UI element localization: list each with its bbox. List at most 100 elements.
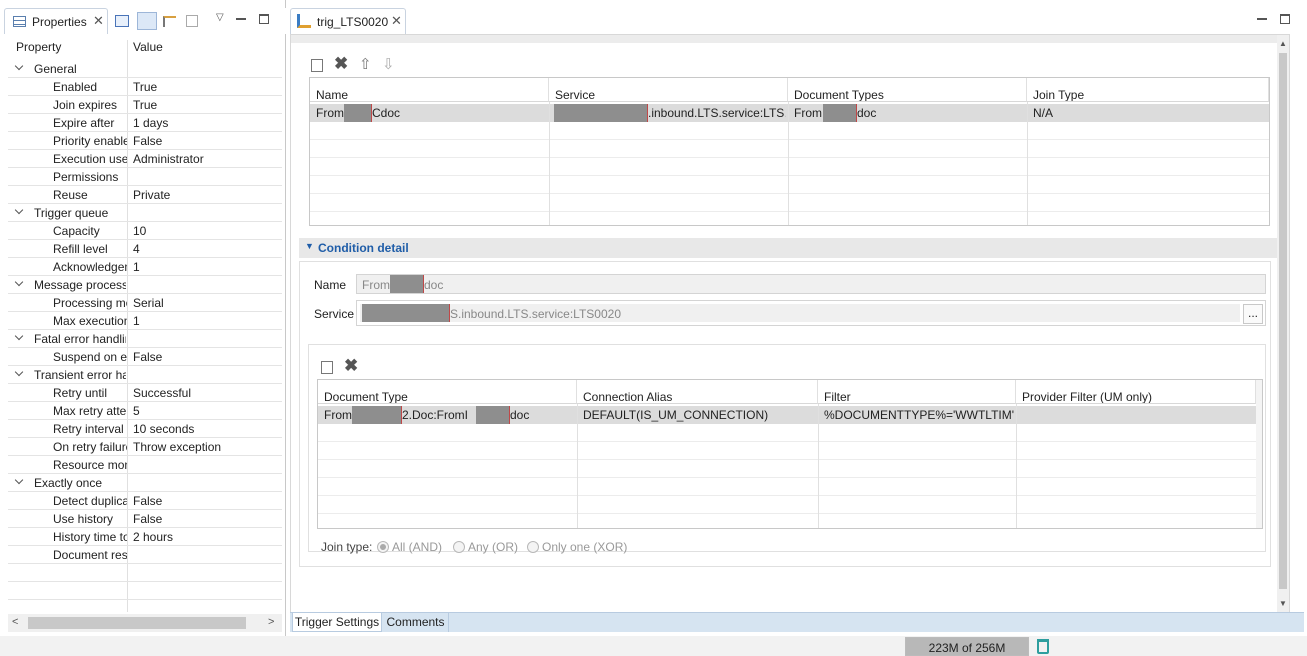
property-row[interactable]: Retry until Successful	[8, 384, 282, 402]
delete-document-type-icon[interactable]: ✖	[344, 356, 358, 376]
heap-status[interactable]: 223M of 256M	[905, 637, 1029, 656]
name-field[interactable]: From doc	[356, 274, 1266, 294]
tab-trig-lts0020[interactable]: trig_LTS0020 ✕	[290, 8, 406, 34]
scroll-right-icon[interactable]: >	[268, 616, 274, 628]
radio-all-and[interactable]	[377, 541, 389, 553]
categories-icon[interactable]	[137, 12, 157, 30]
property-row[interactable]: Suspend on error False	[8, 348, 282, 366]
property-value: 10 seconds	[133, 422, 195, 436]
property-group[interactable]: Exactly once	[8, 474, 282, 492]
column-header-property[interactable]: Property	[16, 40, 61, 54]
move-down-icon[interactable]: ⇩	[382, 55, 395, 73]
tab-comments[interactable]: Comments	[383, 613, 449, 632]
scroll-thumb[interactable]	[1279, 53, 1287, 589]
column-header-join-type[interactable]: Join Type	[1027, 78, 1269, 102]
empty-row	[8, 564, 282, 582]
pin-editor-icon[interactable]	[115, 15, 129, 27]
expand-chevron-icon[interactable]	[14, 367, 24, 377]
scroll-up-icon[interactable]: ▲	[1279, 39, 1287, 48]
property-row[interactable]: Priority enable False	[8, 132, 282, 150]
property-value: Serial	[133, 296, 164, 310]
conditions-table: Name Service Document Types Join Type Fr…	[309, 77, 1270, 226]
property-row[interactable]: Retry interval 10 seconds	[8, 420, 282, 438]
property-value: Successful	[133, 386, 192, 400]
minimize-icon[interactable]	[1257, 18, 1267, 20]
property-value: 5	[133, 404, 140, 418]
property-row[interactable]: Enabled True	[8, 78, 282, 96]
property-name: Reuse	[53, 188, 88, 202]
browse-button[interactable]: ...	[1243, 304, 1263, 324]
property-group[interactable]: Fatal error handling	[8, 330, 282, 348]
property-row[interactable]: History time to live 2 hours	[8, 528, 282, 546]
trigger-editor: trig_LTS0020 ✕ ✖ ⇧ ⇩ Name Service Docume…	[288, 0, 1307, 636]
column-header-provider-filter[interactable]: Provider Filter (UM only)	[1016, 380, 1256, 404]
vertical-scrollbar[interactable]: ▲ ▼	[1277, 35, 1289, 613]
restore-defaults-icon[interactable]	[186, 15, 198, 27]
tab-properties[interactable]: Properties ✕	[4, 8, 108, 34]
radio-any-or[interactable]	[453, 541, 465, 553]
property-row[interactable]: Resource monitoring	[8, 456, 282, 474]
property-row[interactable]: Acknowledgement 1	[8, 258, 282, 276]
property-row[interactable]: Expire after 1 days	[8, 114, 282, 132]
property-group[interactable]: Trigger queue	[8, 204, 282, 222]
column-header-document-type[interactable]: Document Type	[318, 380, 577, 404]
radio-only-one-xor[interactable]	[527, 541, 539, 553]
property-row[interactable]: Capacity 10	[8, 222, 282, 240]
tab-trigger-settings[interactable]: Trigger Settings	[292, 613, 382, 632]
conditions-section-header	[291, 35, 1279, 43]
property-group[interactable]: General	[8, 60, 282, 78]
property-row[interactable]: Permissions	[8, 168, 282, 186]
expand-chevron-icon[interactable]	[14, 205, 24, 215]
condition-detail-panel: Name From doc Service S.inbound.LTS.serv…	[299, 261, 1271, 567]
garbage-collect-icon[interactable]	[1037, 639, 1049, 654]
scroll-left-icon[interactable]: <	[12, 616, 18, 628]
maximize-icon[interactable]	[259, 14, 269, 24]
expand-chevron-icon[interactable]	[14, 331, 24, 341]
scroll-thumb[interactable]	[28, 617, 246, 629]
expand-chevron-icon[interactable]: ▼	[305, 241, 314, 251]
close-icon[interactable]: ✕	[93, 13, 104, 29]
property-row[interactable]: Use history False	[8, 510, 282, 528]
property-row[interactable]: Max retry attempts 5	[8, 402, 282, 420]
empty-row	[8, 582, 282, 600]
table-row[interactable]: From 2.Doc:FromI doc DEFAULT(IS_UM_CONNE…	[318, 406, 1256, 424]
add-document-type-icon[interactable]	[321, 361, 333, 374]
minimize-icon[interactable]	[236, 18, 246, 20]
scroll-down-icon[interactable]: ▼	[1279, 599, 1287, 608]
property-row[interactable]: On retry failure Throw exception	[8, 438, 282, 456]
property-row[interactable]: Max execution 1	[8, 312, 282, 330]
property-row[interactable]: Reuse Private	[8, 186, 282, 204]
property-name: Max execution	[53, 314, 127, 328]
column-header-name[interactable]: Name	[310, 78, 549, 102]
expand-chevron-icon[interactable]	[14, 61, 24, 71]
property-group[interactable]: Message processing	[8, 276, 282, 294]
maximize-icon[interactable]	[1280, 14, 1290, 24]
property-row[interactable]: Execution user Administrator	[8, 150, 282, 168]
service-field[interactable]: S.inbound.LTS.service:LTS0020 ...	[356, 300, 1266, 326]
property-row[interactable]: Refill level 4	[8, 240, 282, 258]
expand-chevron-icon[interactable]	[14, 277, 24, 287]
horizontal-scrollbar[interactable]: < >	[8, 614, 282, 632]
view-menu-icon[interactable]: ▽	[216, 12, 224, 23]
editor-body: ✖ ⇧ ⇩ Name Service Document Types Join T…	[290, 34, 1290, 613]
redacted-block	[476, 406, 510, 424]
column-header-filter[interactable]: Filter	[818, 380, 1016, 404]
property-row[interactable]: Detect duplicates False	[8, 492, 282, 510]
move-up-icon[interactable]: ⇧	[359, 55, 372, 73]
add-condition-icon[interactable]	[311, 59, 323, 72]
table-row[interactable]: From Cdoc .inbound.LTS.service:LTS… From…	[310, 104, 1269, 122]
column-header-document-types[interactable]: Document Types	[788, 78, 1027, 102]
column-header-value[interactable]: Value	[133, 40, 163, 54]
condition-detail-header[interactable]: ▼ Condition detail	[299, 238, 1279, 258]
property-group[interactable]: Transient error handling	[8, 366, 282, 384]
property-row[interactable]: Join expires True	[8, 96, 282, 114]
column-header-service[interactable]: Service	[549, 78, 788, 102]
column-header-connection-alias[interactable]: Connection Alias	[577, 380, 818, 404]
redacted-block	[390, 275, 424, 293]
close-icon[interactable]: ✕	[391, 13, 402, 29]
property-row[interactable]: Document resolver	[8, 546, 282, 564]
expand-chevron-icon[interactable]	[14, 475, 24, 485]
filter-advanced-icon[interactable]	[163, 16, 176, 27]
delete-condition-icon[interactable]: ✖	[334, 54, 348, 74]
property-row[interactable]: Processing mode Serial	[8, 294, 282, 312]
